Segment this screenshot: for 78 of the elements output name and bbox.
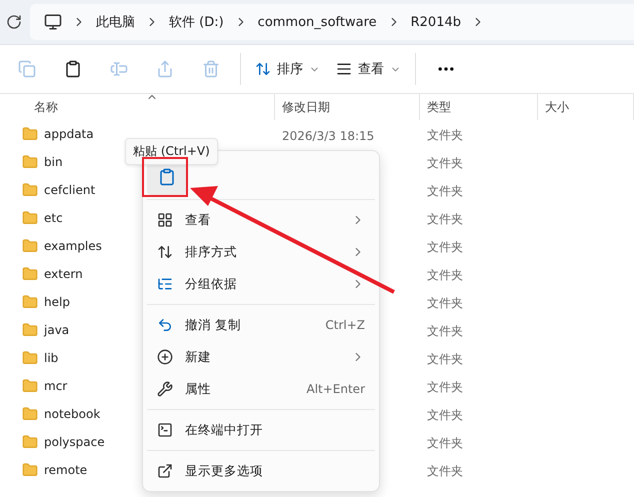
file-name[interactable]: lib xyxy=(44,351,58,365)
folder-icon xyxy=(22,238,38,254)
file-name[interactable]: etc xyxy=(44,211,63,225)
breadcrumb[interactable]: R2014b xyxy=(410,14,461,30)
menu-item[interactable]: 属性 Alt+Enter xyxy=(143,373,379,405)
breadcrumb[interactable]: 此电脑 xyxy=(96,13,135,31)
folder-icon xyxy=(22,210,38,226)
file-name[interactable]: polyspace xyxy=(44,435,105,449)
menu-item[interactable]: 查看 xyxy=(143,204,379,236)
copy-icon xyxy=(18,60,36,78)
folder-icon xyxy=(22,154,38,170)
file-type: 文件夹 xyxy=(426,268,463,282)
folder-icon xyxy=(22,406,38,422)
file-name[interactable]: appdata xyxy=(44,127,94,141)
tooltip: 粘贴 (Ctrl+V) xyxy=(125,138,218,165)
folder-icon xyxy=(22,462,38,478)
folder-icon xyxy=(22,322,38,338)
folder-icon xyxy=(22,126,38,142)
new-icon xyxy=(157,349,173,365)
file-type: 文件夹 xyxy=(426,436,463,450)
column-header[interactable]: 名称 xyxy=(34,98,58,116)
file-name[interactable]: extern xyxy=(44,267,83,281)
computer-icon xyxy=(44,13,62,31)
view-button[interactable]: 查看 xyxy=(328,51,409,87)
sort-button[interactable]: 排序 xyxy=(247,51,328,87)
folder-icon xyxy=(22,378,38,394)
file-type: 文件夹 xyxy=(426,240,463,254)
file-type: 文件夹 xyxy=(426,380,463,394)
file-name[interactable]: java xyxy=(44,323,70,337)
menu-item[interactable]: 分组依据 xyxy=(143,268,379,300)
folder-icon xyxy=(22,294,38,310)
lines-icon xyxy=(336,61,352,77)
file-name[interactable]: mcr xyxy=(44,379,68,393)
column-header[interactable]: 类型 xyxy=(427,98,451,116)
menu-item[interactable]: 撤消 复制 Ctrl+Z xyxy=(143,309,379,341)
properties-icon xyxy=(157,381,173,397)
modified-date: 2026/3/3 18:15 xyxy=(281,128,374,142)
menu-item[interactable]: 新建 xyxy=(143,341,379,373)
file-type: 文件夹 xyxy=(426,408,463,422)
group-icon xyxy=(157,276,173,292)
highlight-box xyxy=(142,157,188,197)
file-name[interactable]: cefclient xyxy=(44,183,96,197)
sort-icon xyxy=(157,244,173,260)
terminal-icon xyxy=(157,422,173,438)
file-name[interactable]: examples xyxy=(44,239,102,253)
sort-arrows-icon xyxy=(255,61,271,77)
folder-icon xyxy=(22,182,38,198)
trash-icon xyxy=(202,60,220,78)
breadcrumb[interactable]: common_software xyxy=(258,14,377,30)
file-name[interactable]: bin xyxy=(44,155,63,169)
file-type: 文件夹 xyxy=(426,296,463,310)
file-type: 文件夹 xyxy=(426,156,463,170)
menu-item[interactable]: 在终端中打开 xyxy=(143,414,379,446)
file-type: 文件夹 xyxy=(426,352,463,366)
text-cursor-icon xyxy=(110,60,128,78)
folder-icon xyxy=(22,434,38,450)
address-bar[interactable]: 此电脑 软件 (D:) common_software R2014b xyxy=(30,4,634,40)
file-name[interactable]: notebook xyxy=(44,407,100,421)
share-icon xyxy=(156,60,174,78)
file-type: 文件夹 xyxy=(426,184,463,198)
clipboard-icon xyxy=(64,60,82,78)
menu-item[interactable]: 显示更多选项 xyxy=(143,455,379,487)
clipboard-icon xyxy=(158,168,176,186)
file-name[interactable]: help xyxy=(44,295,70,309)
file-type: 文件夹 xyxy=(426,212,463,226)
column-header[interactable]: 大小 xyxy=(545,98,569,116)
menu-item[interactable]: 排序方式 xyxy=(143,236,379,268)
column-header[interactable]: 修改日期 xyxy=(282,98,330,116)
file-type: 文件夹 xyxy=(426,128,463,142)
view-icon xyxy=(157,212,173,228)
folder-icon xyxy=(22,266,38,282)
refresh-icon[interactable] xyxy=(6,14,22,30)
undo-icon xyxy=(157,317,173,333)
breadcrumb[interactable]: 软件 (D:) xyxy=(169,13,224,31)
file-type: 文件夹 xyxy=(426,464,463,478)
file-name[interactable]: remote xyxy=(44,463,88,477)
file-type: 文件夹 xyxy=(426,324,463,338)
folder-icon xyxy=(22,350,38,366)
